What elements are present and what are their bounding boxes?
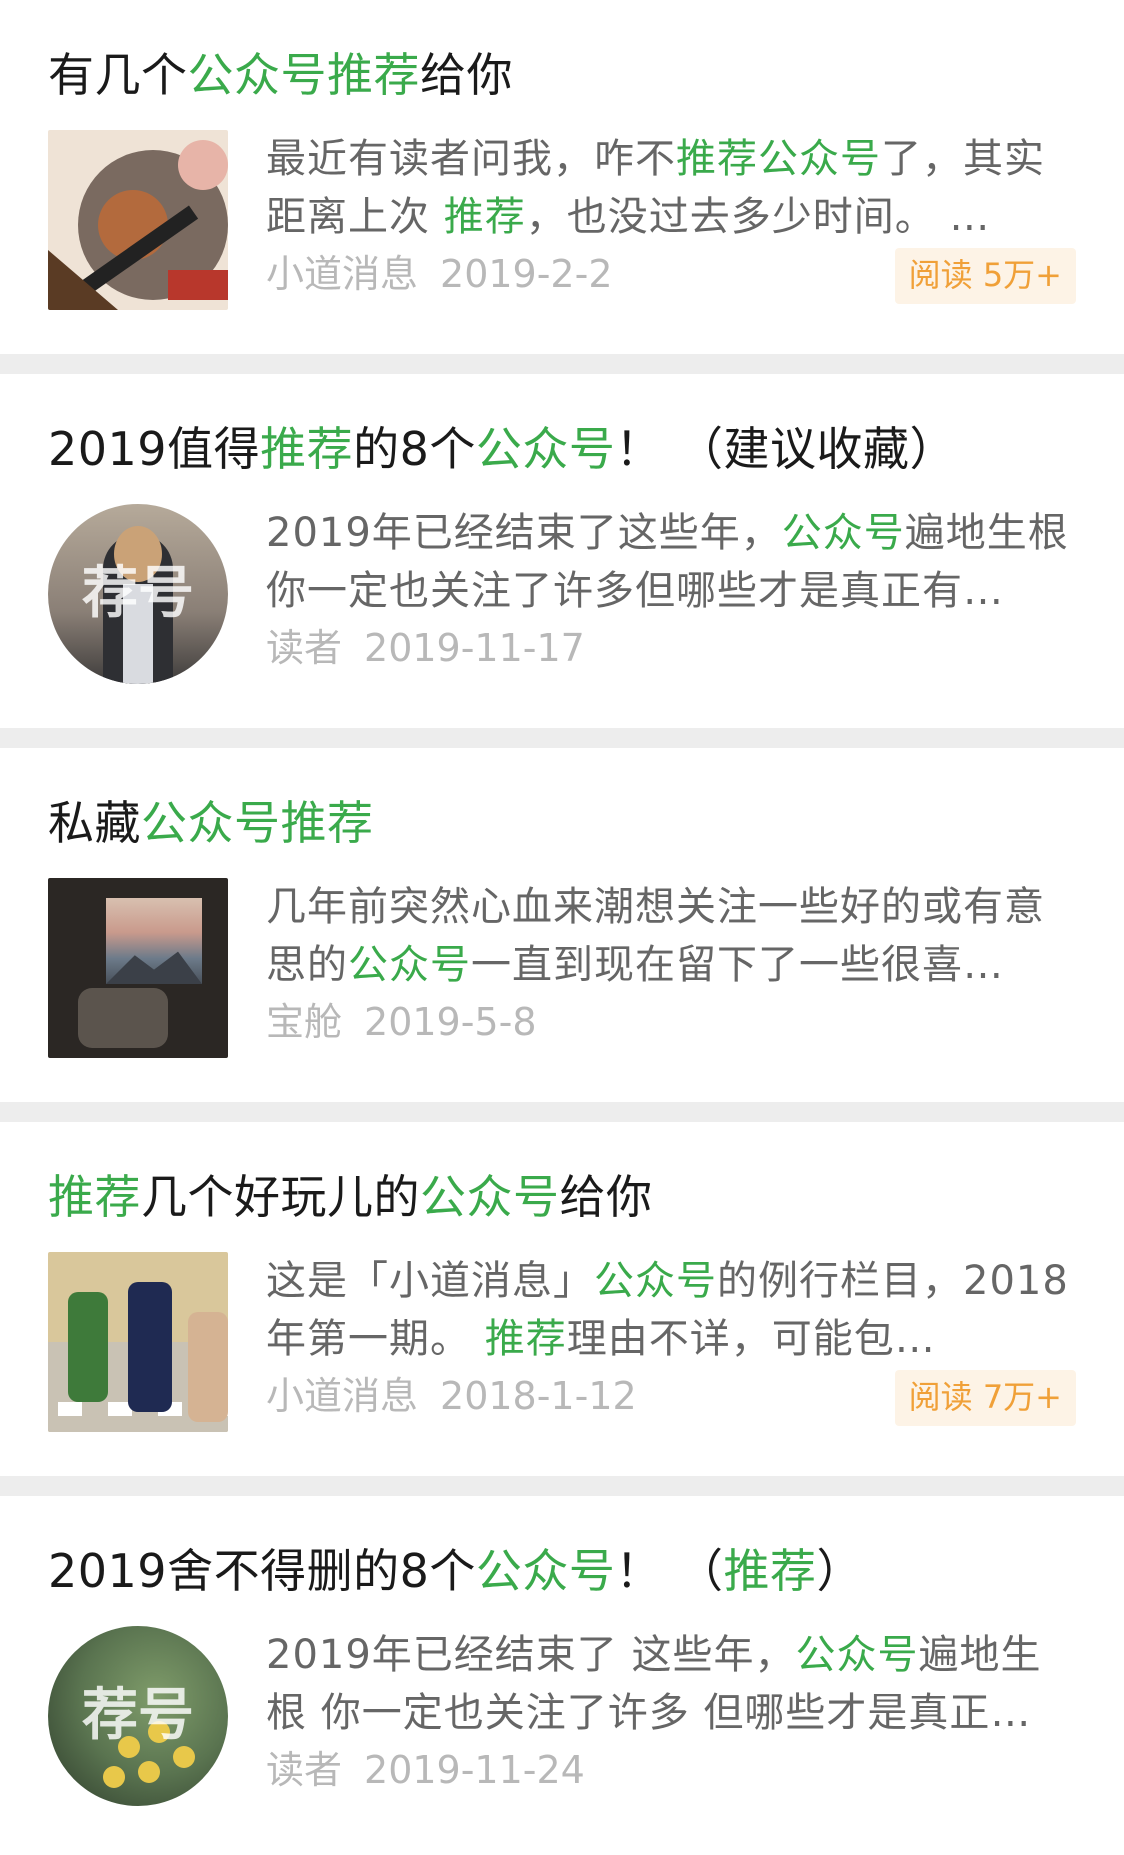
- result-snippet: 这是「小道消息」公众号的例行栏目，2018 年第一期。 推荐理由不详，可能包…: [266, 1252, 1076, 1368]
- text-segment: 几个好玩儿的: [141, 1170, 420, 1224]
- result-snippet: 几年前突然心血来潮想关注一些好的或有意思的公众号一直到现在留下了一些很喜…: [266, 878, 1076, 994]
- divider: [0, 728, 1124, 748]
- result-title[interactable]: 推荐几个好玩儿的公众号给你: [48, 1162, 1076, 1232]
- result-date: 2019-5-8: [364, 1000, 537, 1044]
- result-card[interactable]: 2019舍不得删的8个公众号！ （推荐） 荐号 2019年已经结束了 这些年，公…: [0, 1496, 1124, 1850]
- result-date: 2018-1-12: [440, 1374, 637, 1418]
- result-snippet: 2019年已经结束了这些年，公众号遍地生根你一定也关注了许多但哪些才是真正有…: [266, 504, 1076, 620]
- highlighted-keyword: 公众号: [475, 1544, 616, 1598]
- text-segment: 2019舍不得删的8个: [48, 1544, 476, 1598]
- text-segment: 给你: [420, 48, 513, 102]
- result-snippet: 最近有读者问我，咋不推荐公众号了，其实距离上次 推荐，也没过去多少时间。 …: [266, 130, 1076, 246]
- result-date: 2019-11-24: [364, 1748, 585, 1792]
- highlighted-keyword: 公众号: [348, 942, 471, 988]
- highlighted-keyword: 公众号: [420, 1170, 560, 1224]
- text-segment: ！ （: [615, 1544, 724, 1598]
- avatar-overlay-text: 荐号: [82, 1683, 194, 1748]
- highlighted-keyword: 公众号推荐: [141, 796, 374, 850]
- avatar-person: 荐号: [48, 504, 228, 684]
- result-source: 读者: [266, 626, 343, 670]
- text-segment: 有几个: [48, 48, 188, 102]
- highlighted-keyword: 公众号: [795, 1632, 919, 1678]
- result-title[interactable]: 私藏公众号推荐: [48, 788, 1076, 858]
- result-source: 小道消息: [266, 1374, 419, 1418]
- avatar-overlay-text: 荐号: [82, 561, 194, 626]
- highlighted-keyword: 推荐: [484, 1316, 567, 1362]
- abstract-art-thumbnail: [48, 130, 228, 310]
- text-segment: ）: [816, 1544, 863, 1598]
- result-title[interactable]: 2019舍不得删的8个公众号！ （推荐）: [48, 1536, 1076, 1606]
- text-segment: 最近有读者问我，咋不: [266, 136, 676, 182]
- result-source: 宝舱: [266, 1000, 343, 1044]
- divider: [0, 354, 1124, 374]
- result-card[interactable]: 私藏公众号推荐 几年前突然心血来潮想关注一些好的或有意思的公众号一直到现在留下了…: [0, 748, 1124, 1102]
- text-segment: 理由不详，可能包…: [566, 1316, 936, 1362]
- highlighted-keyword: 公众号: [781, 510, 905, 556]
- result-snippet: 2019年已经结束了 这些年，公众号遍地生根 你一定也关注了许多 但哪些才是真正…: [266, 1626, 1076, 1742]
- result-date: 2019-2-2: [440, 252, 613, 296]
- text-segment: 私藏: [48, 796, 141, 850]
- search-results-list: 有几个公众号推荐给你 最近有读者问我，咋不推荐公众号了，其实距离上次 推荐，也没…: [0, 0, 1124, 1850]
- avatar-flowers: 荐号: [48, 1626, 228, 1806]
- result-card[interactable]: 2019值得推荐的8个公众号！ （建议收藏） 荐号 2019年已经结束了这些年，…: [0, 374, 1124, 728]
- text-segment: ！ （建议收藏）: [615, 422, 956, 476]
- room-window-thumbnail: [48, 878, 228, 1058]
- result-source: 小道消息: [266, 252, 419, 296]
- result-title[interactable]: 2019值得推荐的8个公众号！ （建议收藏）: [48, 414, 1076, 484]
- text-segment: 这是「小道消息」: [266, 1258, 594, 1304]
- result-card[interactable]: 有几个公众号推荐给你 最近有读者问我，咋不推荐公众号了，其实距离上次 推荐，也没…: [0, 0, 1124, 354]
- highlighted-keyword: 公众号: [594, 1258, 717, 1304]
- result-source: 读者: [266, 1748, 343, 1792]
- highlighted-keyword: 推荐: [48, 1170, 141, 1224]
- text-segment: 的8个: [353, 422, 476, 476]
- result-date: 2019-11-17: [364, 626, 585, 670]
- highlighted-keyword: 推荐: [260, 422, 354, 476]
- text-segment: ，也没过去多少时间。 …: [525, 194, 991, 240]
- comic-thumbnail: [48, 1252, 228, 1432]
- text-segment: 给你: [559, 1170, 653, 1224]
- highlighted-keyword: 推荐公众号: [676, 136, 881, 182]
- result-title[interactable]: 有几个公众号推荐给你: [48, 40, 1076, 110]
- highlighted-keyword: 公众号推荐: [187, 48, 420, 102]
- result-card[interactable]: 推荐几个好玩儿的公众号给你 这是「小道消息」公众号的例行栏目，2018 年第一期…: [0, 1122, 1124, 1476]
- text-segment: 2019年已经结束了 这些年，: [266, 1632, 796, 1678]
- highlighted-keyword: 公众号: [475, 422, 616, 476]
- highlighted-keyword: 推荐: [723, 1544, 817, 1598]
- text-segment: 一直到现在留下了一些很喜…: [471, 942, 1004, 988]
- read-count-badge: 阅读 7万+: [894, 1370, 1076, 1426]
- text-segment: 2019年已经结束了这些年，: [266, 510, 782, 556]
- read-count-badge: 阅读 5万+: [894, 248, 1076, 304]
- text-segment: 2019值得: [48, 422, 261, 476]
- highlighted-keyword: 推荐: [443, 194, 526, 240]
- divider: [0, 1102, 1124, 1122]
- divider: [0, 1476, 1124, 1496]
